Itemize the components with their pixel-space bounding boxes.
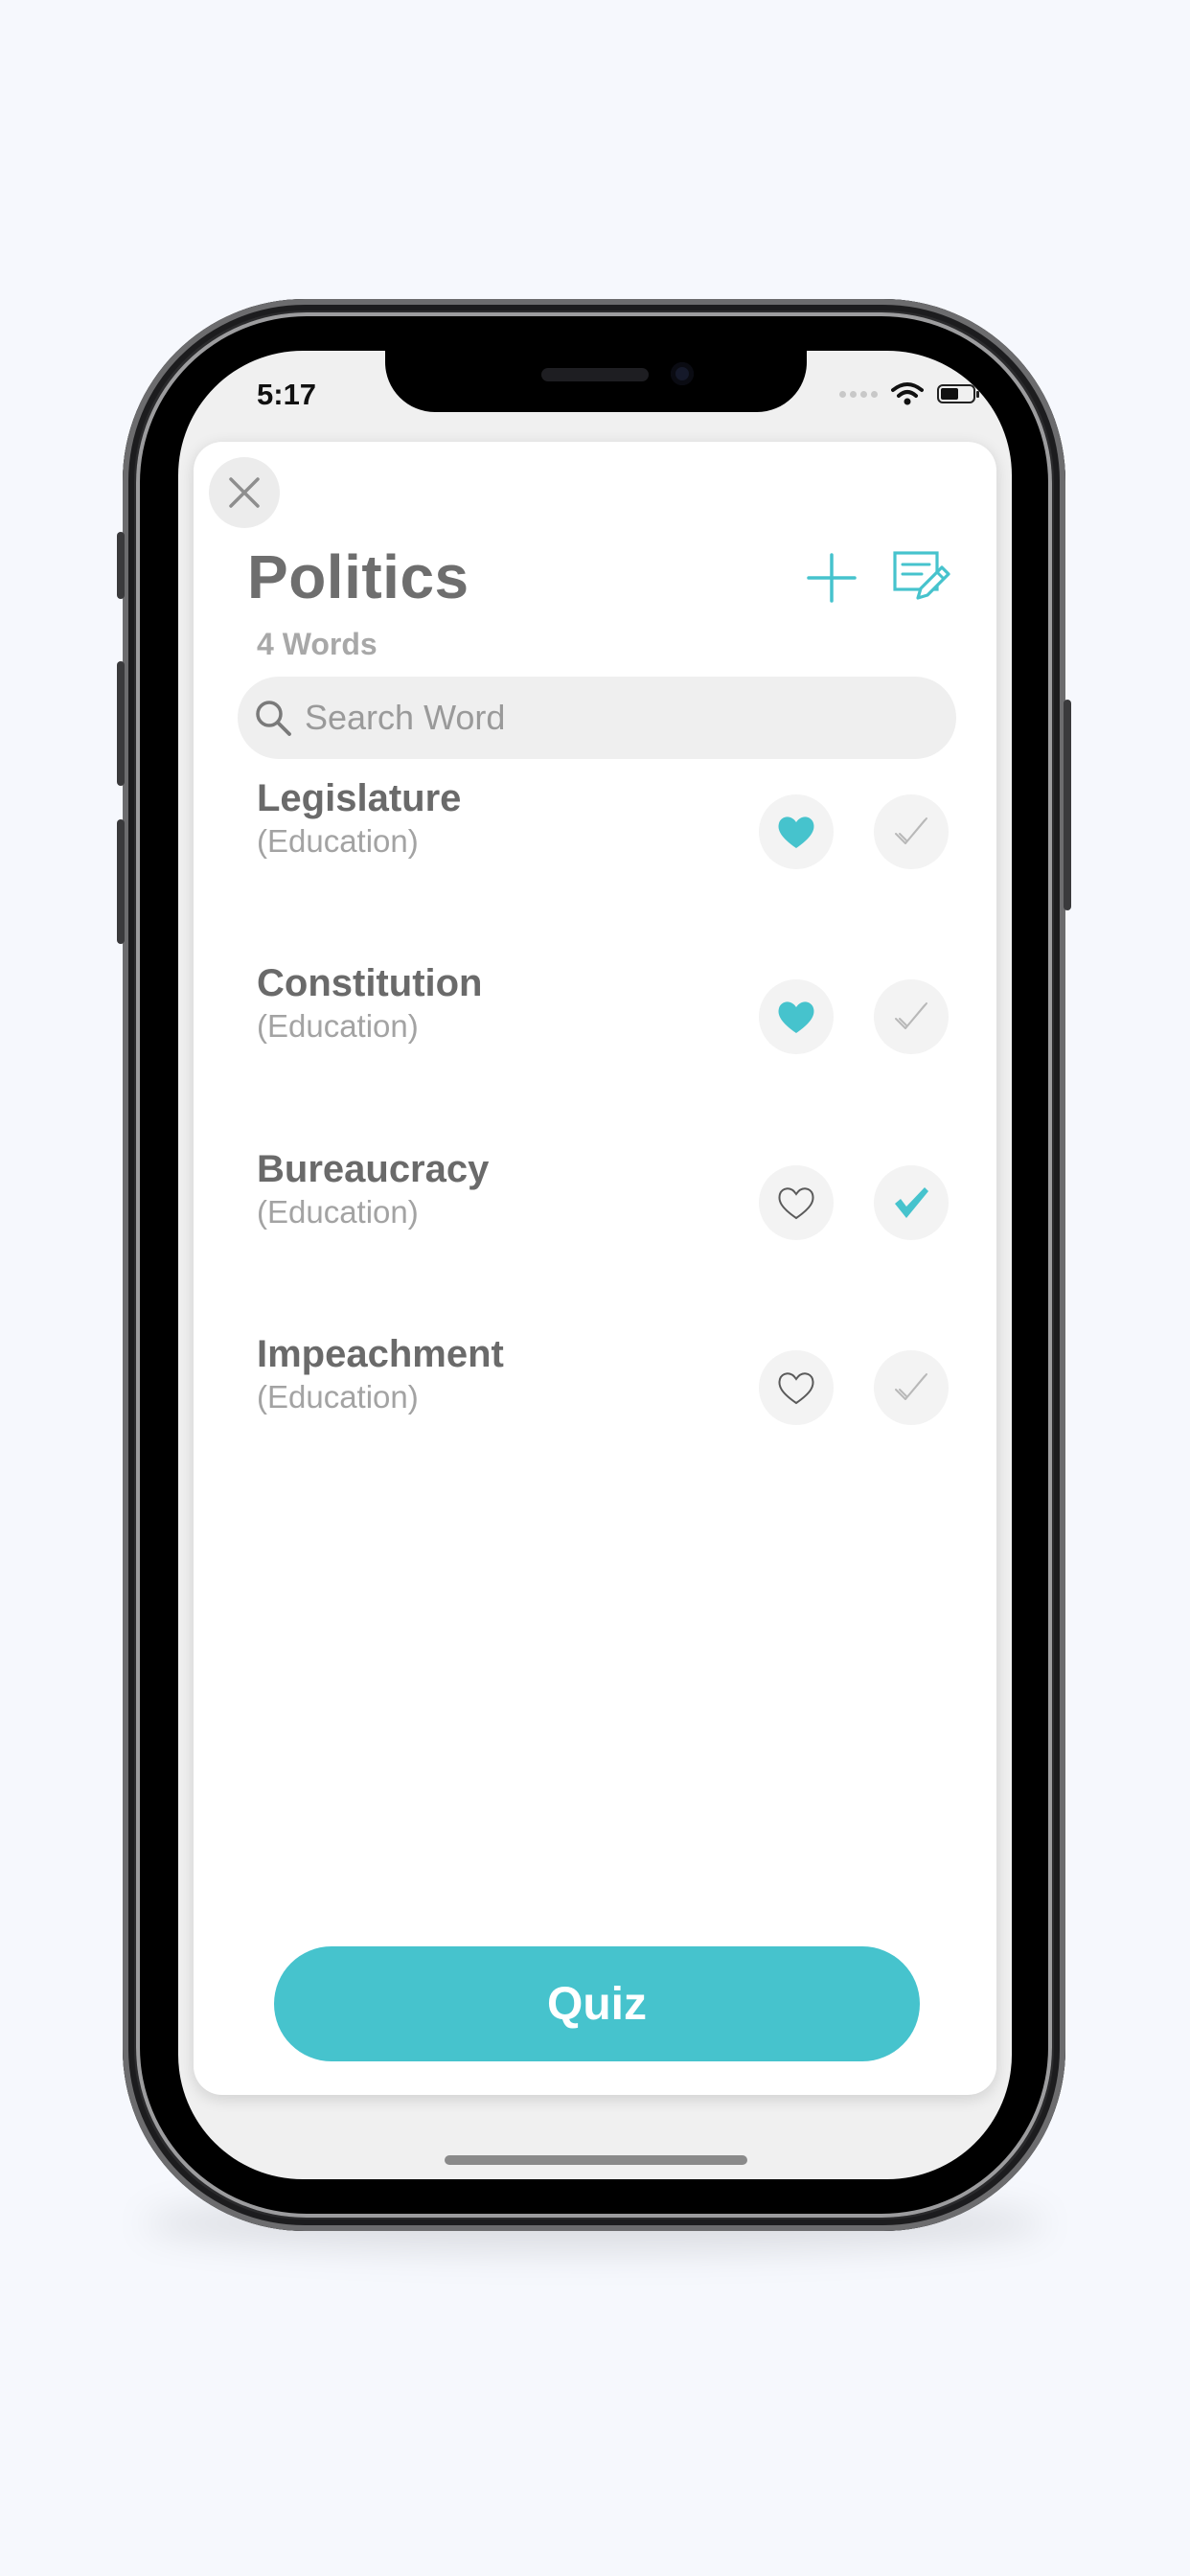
search-input[interactable] [303, 697, 901, 739]
word-title: Legislature [257, 777, 462, 819]
heart-filled-icon [778, 1001, 814, 1033]
power-button [1064, 700, 1071, 910]
volume-down-button [117, 819, 125, 944]
home-indicator[interactable] [445, 2155, 747, 2165]
front-camera [671, 362, 694, 385]
status-time: 5:17 [257, 378, 317, 411]
mark-learned-button[interactable] [874, 794, 949, 869]
word-category: (Education) [257, 1379, 419, 1414]
mark-learned-button[interactable] [874, 979, 949, 1054]
favorite-button[interactable] [759, 979, 834, 1054]
word-category: (Education) [257, 823, 419, 859]
list-item[interactable]: Impeachment (Education) [194, 1304, 996, 1425]
word-category: (Education) [257, 1008, 419, 1044]
mark-learned-button[interactable] [874, 1165, 949, 1240]
word-count: 4 Words [257, 627, 378, 661]
checkmark-outline-icon [895, 1002, 927, 1029]
word-category: (Education) [257, 1194, 419, 1230]
edit-list-button[interactable] [891, 547, 952, 609]
search-icon [256, 701, 291, 736]
wifi-icon [891, 382, 924, 405]
list-item[interactable]: Bureaucracy (Education) [194, 1119, 996, 1240]
checkmark-filled-icon [895, 1187, 928, 1218]
status-indicators [839, 381, 979, 406]
favorite-button[interactable] [759, 1350, 834, 1425]
checkmark-outline-icon [895, 1373, 927, 1400]
word-title: Impeachment [257, 1333, 504, 1375]
close-button[interactable] [209, 457, 280, 528]
speaker [541, 368, 649, 381]
screen: 5:17 Politics 4 Words Search Word Legisl… [178, 351, 1012, 2179]
list-item[interactable]: Legislature (Education) [194, 748, 996, 869]
search-bar[interactable] [238, 677, 956, 759]
add-word-button[interactable] [803, 549, 860, 607]
heart-outline-icon [778, 1372, 814, 1405]
notch [385, 351, 807, 412]
checkmark-outline-icon [895, 817, 927, 844]
heart-outline-icon [778, 1187, 814, 1220]
volume-up-button [117, 661, 125, 786]
edit-list-icon [893, 551, 950, 600]
signal-icon [839, 390, 878, 398]
favorite-button[interactable] [759, 794, 834, 869]
plus-icon [807, 553, 857, 603]
quiz-button[interactable]: Quiz [274, 1946, 920, 2061]
word-list-sheet: Politics 4 Words Legisla [194, 442, 996, 2095]
battery-icon [937, 384, 979, 403]
list-item[interactable]: Constitution (Education) [194, 933, 996, 1054]
page-title: Politics [247, 542, 469, 611]
word-title: Constitution [257, 962, 483, 1004]
word-title: Bureaucracy [257, 1148, 490, 1190]
heart-filled-icon [778, 816, 814, 848]
mark-learned-button[interactable] [874, 1350, 949, 1425]
favorite-button[interactable] [759, 1165, 834, 1240]
close-icon [229, 477, 260, 508]
mute-switch [117, 532, 125, 599]
